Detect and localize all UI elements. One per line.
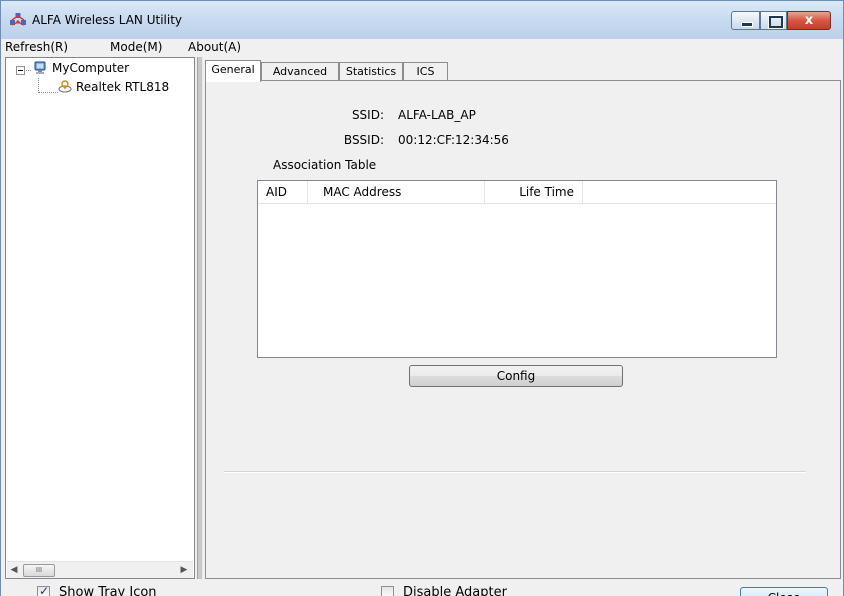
maximize-button[interactable]	[760, 11, 787, 30]
column-header-mac-address[interactable]: MAC Address	[308, 181, 485, 203]
device-tree[interactable]: MyComputer Realtek RTL818 ◀ III ▶	[5, 57, 195, 579]
divider	[224, 471, 806, 473]
menu-bar: Refresh(R) Mode(M) About(A)	[1, 39, 843, 56]
tree-connector	[38, 78, 39, 93]
tab-ics[interactable]: ICS	[403, 62, 448, 81]
tree-item-realtek-adapter[interactable]: Realtek RTL818	[76, 80, 169, 94]
menu-about[interactable]: About(A)	[188, 40, 241, 54]
table-header: AID MAC Address Life Time	[258, 181, 776, 204]
general-tab-panel: SSID: ALFA-LAB_AP BSSID: 00:12:CF:12:34:…	[205, 80, 841, 579]
computer-icon	[34, 61, 46, 74]
show-tray-icon-label: Show Tray Icon	[59, 585, 157, 596]
app-window: ALFA Wireless LAN Utility x Refresh(R) M…	[0, 0, 844, 596]
tab-statistics[interactable]: Statistics	[339, 62, 403, 81]
tree-horizontal-scrollbar[interactable]: ◀ III ▶	[7, 561, 193, 578]
tree-collapse-icon[interactable]	[16, 66, 25, 75]
tree-item-mycomputer[interactable]: MyComputer	[52, 61, 129, 75]
tree-connector	[38, 92, 58, 93]
column-header-aid[interactable]: AID	[258, 181, 308, 203]
wireless-network-icon	[10, 13, 26, 26]
column-header-life-time[interactable]: Life Time	[485, 181, 583, 203]
disable-adapter-checkbox[interactable]	[381, 586, 394, 596]
disable-adapter-label: Disable Adapter	[403, 585, 507, 596]
ssid-value: ALFA-LAB_AP	[398, 108, 476, 122]
association-table[interactable]: AID MAC Address Life Time	[257, 180, 777, 358]
bottom-bar: Show Tray Icon Disable Adapter Close	[1, 579, 843, 596]
scrollbar-thumb[interactable]: III	[23, 564, 55, 577]
config-button[interactable]: Config	[409, 365, 623, 387]
window-title: ALFA Wireless LAN Utility	[32, 13, 182, 27]
scroll-right-icon[interactable]: ▶	[179, 565, 189, 575]
tab-advanced[interactable]: Advanced	[261, 62, 339, 81]
bssid-label: BSSID:	[343, 133, 384, 147]
minimize-button[interactable]	[731, 11, 760, 30]
menu-refresh[interactable]: Refresh(R)	[5, 40, 68, 54]
tree-connector	[26, 70, 31, 71]
wireless-adapter-icon	[58, 80, 72, 93]
pane-splitter[interactable]	[197, 57, 203, 579]
window-close-button[interactable]: x	[787, 11, 831, 30]
scroll-left-icon[interactable]: ◀	[9, 565, 19, 575]
close-button[interactable]: Close	[740, 587, 828, 596]
association-table-title: Association Table	[273, 158, 377, 172]
close-icon: x	[804, 13, 814, 28]
show-tray-icon-checkbox[interactable]	[37, 584, 50, 596]
bssid-value: 00:12:CF:12:34:56	[398, 133, 509, 147]
tab-general[interactable]: General	[205, 60, 261, 82]
title-bar[interactable]: ALFA Wireless LAN Utility x	[1, 1, 843, 39]
menu-mode[interactable]: Mode(M)	[110, 40, 162, 54]
ssid-label: SSID:	[351, 108, 384, 122]
